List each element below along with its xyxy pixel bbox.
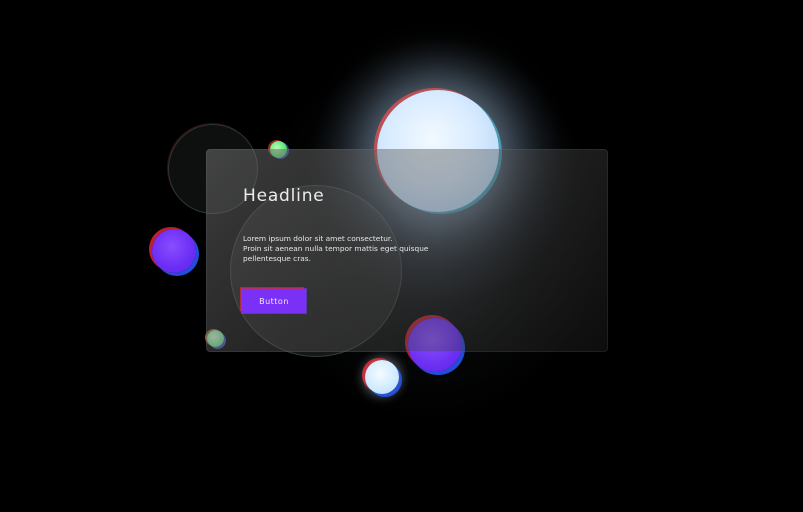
- card-body-line: Lorem ipsum dolor sit amet consectetur.: [243, 234, 393, 243]
- glass-card: Headline Lorem ipsum dolor sit amet cons…: [206, 149, 608, 352]
- card-body-line: Proin sit aenean nulla tempor mattis ege…: [243, 244, 429, 253]
- light-orb-small-decoration: [365, 360, 399, 394]
- card-body-line: pellentesque cras.: [243, 254, 311, 263]
- card-body-text: Lorem ipsum dolor sit amet consectetur. …: [243, 234, 503, 264]
- card-headline: Headline: [243, 186, 325, 206]
- stage: Headline Lorem ipsum dolor sit amet cons…: [0, 0, 803, 512]
- primary-button[interactable]: Button: [242, 289, 306, 313]
- purple-orb-left-decoration: [152, 229, 196, 273]
